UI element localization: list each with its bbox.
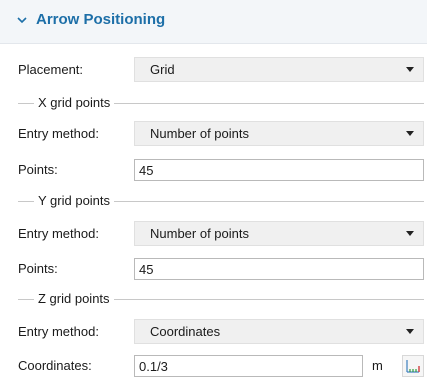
settings-panel: Arrow Positioning Placement: Grid X grid… (0, 0, 427, 382)
y-points-input[interactable] (134, 258, 424, 280)
dropdown-arrow-icon (406, 329, 414, 334)
y-entry-method-label: Entry method: (18, 226, 99, 241)
chevron-down-icon[interactable] (16, 14, 28, 26)
range-button[interactable] (402, 355, 424, 377)
x-points-label: Points: (18, 162, 58, 177)
y-entry-method-value: Number of points (150, 226, 249, 241)
y-grid-points-group: Y grid points (18, 193, 424, 208)
y-points-label: Points: (18, 261, 58, 276)
range-icon (406, 360, 420, 373)
section-header-arrow-positioning[interactable]: Arrow Positioning (0, 0, 427, 44)
z-entry-method-select[interactable]: Coordinates (134, 319, 424, 344)
dropdown-arrow-icon (406, 67, 414, 72)
dropdown-arrow-icon (406, 231, 414, 236)
placement-value: Grid (150, 62, 175, 77)
x-points-input[interactable] (134, 159, 424, 181)
x-grid-points-title: X grid points (38, 95, 115, 110)
x-grid-points-group: X grid points (18, 95, 424, 110)
x-entry-method-select[interactable]: Number of points (134, 121, 424, 146)
x-entry-method-label: Entry method: (18, 126, 99, 141)
placement-label: Placement: (18, 62, 84, 77)
z-coordinates-input[interactable] (134, 355, 363, 377)
x-entry-method-value: Number of points (150, 126, 249, 141)
z-coordinates-label: Coordinates: (18, 358, 92, 373)
unit-label: m (372, 358, 383, 373)
z-grid-points-title: Z grid points (38, 291, 114, 306)
z-entry-method-value: Coordinates (150, 324, 221, 339)
placement-select[interactable]: Grid (134, 57, 424, 82)
section-title: Arrow Positioning (36, 11, 166, 28)
y-entry-method-select[interactable]: Number of points (134, 221, 424, 246)
dropdown-arrow-icon (406, 131, 414, 136)
z-entry-method-label: Entry method: (18, 324, 99, 339)
y-grid-points-title: Y grid points (38, 193, 115, 208)
z-grid-points-group: Z grid points (18, 291, 424, 306)
